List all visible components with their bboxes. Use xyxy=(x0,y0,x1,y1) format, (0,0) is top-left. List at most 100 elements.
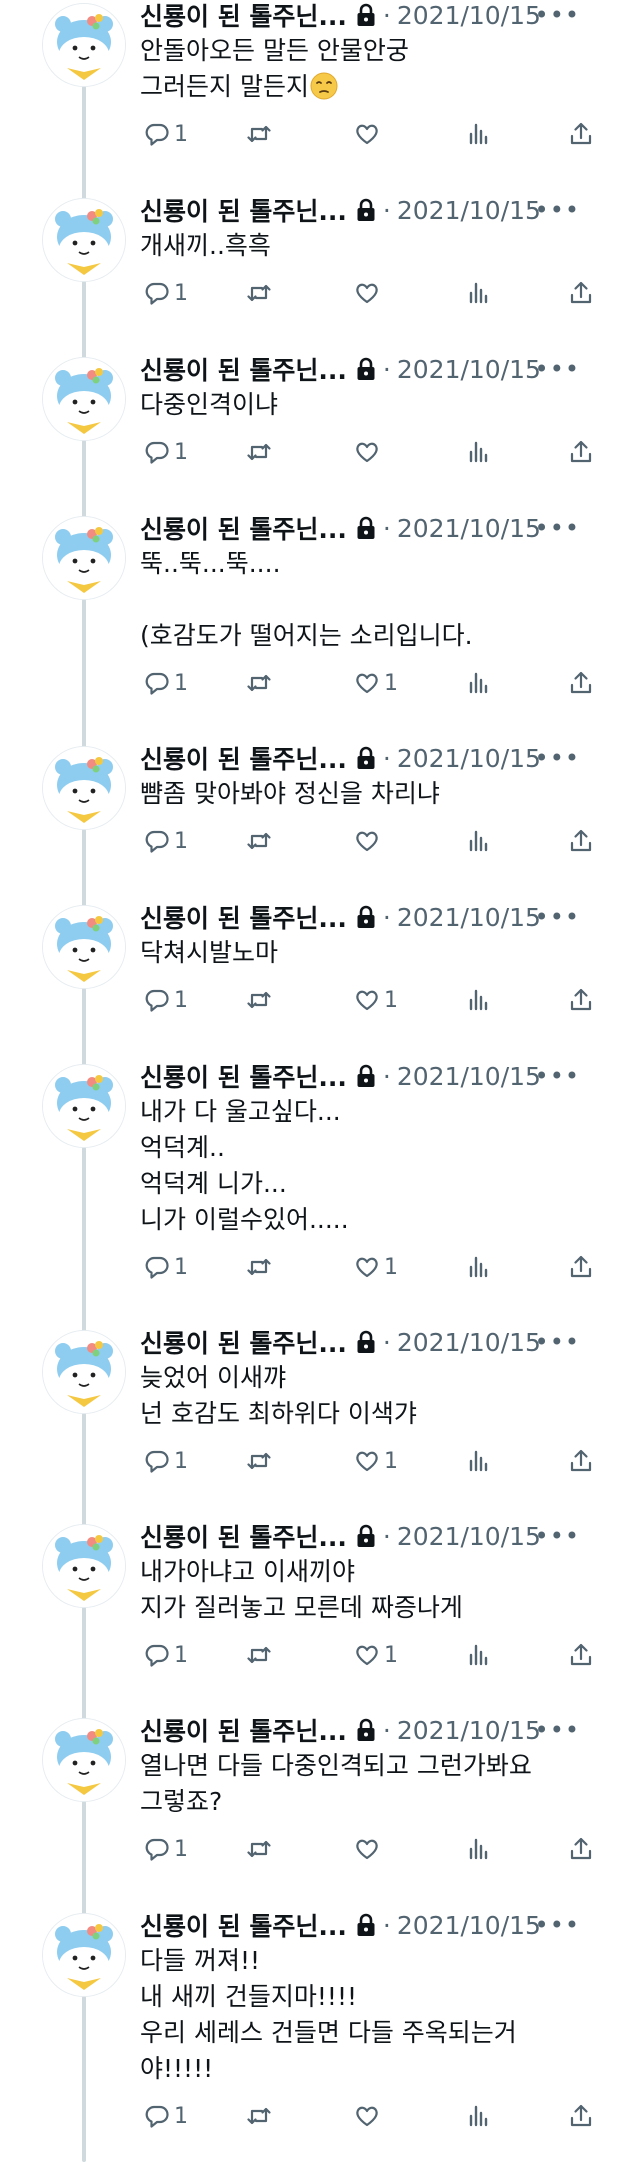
like-button[interactable]: 1 xyxy=(354,1252,398,1282)
views-button[interactable] xyxy=(466,1834,492,1864)
tweet-date[interactable]: 2021/10/15 xyxy=(397,744,541,773)
tweet-date[interactable]: 2021/10/15 xyxy=(397,1716,541,1745)
reply-button[interactable]: 1 xyxy=(144,1252,188,1282)
tweet-date[interactable]: 2021/10/15 xyxy=(397,355,541,384)
like-button[interactable] xyxy=(354,826,380,856)
views-button[interactable] xyxy=(466,119,492,149)
more-icon[interactable]: ••• xyxy=(535,903,580,931)
share-button[interactable] xyxy=(568,119,594,149)
reply-button[interactable]: 1 xyxy=(144,119,188,149)
tweet[interactable]: 신룡이 된 톨주닌... · 2021/10/15 ••• 내가 다 울고싶다.… xyxy=(0,1061,640,1327)
display-name[interactable]: 신룡이 된 톨주닌... xyxy=(140,740,347,776)
views-button[interactable] xyxy=(466,1446,492,1476)
retweet-button[interactable] xyxy=(246,1834,272,1864)
share-button[interactable] xyxy=(568,437,594,467)
mascot-avatar[interactable] xyxy=(42,746,126,830)
reply-button[interactable]: 1 xyxy=(144,826,188,856)
like-button[interactable] xyxy=(354,1834,380,1864)
retweet-button[interactable] xyxy=(246,826,272,856)
display-name[interactable]: 신룡이 된 톨주닌... xyxy=(140,192,347,228)
like-button[interactable] xyxy=(354,2101,380,2131)
like-button[interactable]: 1 xyxy=(354,985,398,1015)
reply-button[interactable]: 1 xyxy=(144,1834,188,1864)
tweet-date[interactable]: 2021/10/15 xyxy=(397,196,541,225)
share-button[interactable] xyxy=(568,2101,594,2131)
more-icon[interactable]: ••• xyxy=(535,1522,580,1550)
views-button[interactable] xyxy=(466,1252,492,1282)
tweet[interactable]: 신룡이 된 톨주닌... · 2021/10/15 ••• 내가아냐고 이새끼야… xyxy=(0,1521,640,1715)
more-icon[interactable]: ••• xyxy=(535,1062,580,1090)
more-icon[interactable]: ••• xyxy=(535,514,580,542)
mascot-avatar[interactable] xyxy=(42,1064,126,1148)
like-button[interactable] xyxy=(354,437,380,467)
mascot-avatar[interactable] xyxy=(42,3,126,87)
tweet[interactable]: 신룡이 된 톨주닌... · 2021/10/15 ••• 다중인격이냐 1 xyxy=(0,354,640,513)
display-name[interactable]: 신룡이 된 톨주닌... xyxy=(140,1324,347,1360)
like-button[interactable] xyxy=(354,119,380,149)
reply-button[interactable]: 1 xyxy=(144,437,188,467)
share-button[interactable] xyxy=(568,278,594,308)
display-name[interactable]: 신룡이 된 톨주닌... xyxy=(140,0,347,33)
display-name[interactable]: 신룡이 된 톨주닌... xyxy=(140,1907,347,1943)
share-button[interactable] xyxy=(568,1446,594,1476)
mascot-avatar[interactable] xyxy=(42,516,126,600)
share-button[interactable] xyxy=(568,668,594,698)
tweet[interactable]: 신룡이 된 톨주닌... · 2021/10/15 ••• 뚝..뚝...뚝..… xyxy=(0,513,640,743)
display-name[interactable]: 신룡이 된 톨주닌... xyxy=(140,1058,347,1094)
mascot-avatar[interactable] xyxy=(42,1524,126,1608)
display-name[interactable]: 신룡이 된 톨주닌... xyxy=(140,1712,347,1748)
tweet[interactable]: 신룡이 된 톨주닌... · 2021/10/15 ••• 개새끼..흑흑 1 xyxy=(0,195,640,354)
share-button[interactable] xyxy=(568,826,594,856)
display-name[interactable]: 신룡이 된 톨주닌... xyxy=(140,1518,347,1554)
display-name[interactable]: 신룡이 된 톨주닌... xyxy=(140,510,347,546)
tweet-date[interactable]: 2021/10/15 xyxy=(397,1522,541,1551)
tweet-date[interactable]: 2021/10/15 xyxy=(397,514,541,543)
tweet-date[interactable]: 2021/10/15 xyxy=(397,1,541,30)
reply-button[interactable]: 1 xyxy=(144,278,188,308)
views-button[interactable] xyxy=(466,985,492,1015)
views-button[interactable] xyxy=(466,2101,492,2131)
retweet-button[interactable] xyxy=(246,278,272,308)
more-icon[interactable]: ••• xyxy=(535,744,580,772)
retweet-button[interactable] xyxy=(246,985,272,1015)
tweet[interactable]: 신룡이 된 톨주닌... · 2021/10/15 ••• 다들 꺼져!! 내 … xyxy=(0,1910,640,2162)
like-button[interactable]: 1 xyxy=(354,1640,398,1670)
mascot-avatar[interactable] xyxy=(42,905,126,989)
display-name[interactable]: 신룡이 된 톨주닌... xyxy=(140,899,347,935)
tweet[interactable]: 신룡이 된 톨주닌... · 2021/10/15 ••• 뺨좀 맞아봐야 정신… xyxy=(0,743,640,902)
more-icon[interactable]: ••• xyxy=(535,355,580,383)
reply-button[interactable]: 1 xyxy=(144,1446,188,1476)
mascot-avatar[interactable] xyxy=(42,1718,126,1802)
views-button[interactable] xyxy=(466,437,492,467)
tweet-date[interactable]: 2021/10/15 xyxy=(397,1911,541,1940)
mascot-avatar[interactable] xyxy=(42,1913,126,1997)
share-button[interactable] xyxy=(568,985,594,1015)
retweet-button[interactable] xyxy=(246,1446,272,1476)
display-name[interactable]: 신룡이 된 톨주닌... xyxy=(140,351,347,387)
tweet[interactable]: 신룡이 된 톨주닌... · 2021/10/15 ••• 열나면 다들 다중인… xyxy=(0,1715,640,1910)
tweet-date[interactable]: 2021/10/15 xyxy=(397,1062,541,1091)
tweet[interactable]: 신룡이 된 톨주닌... · 2021/10/15 ••• 닥쳐시발노마 1 1 xyxy=(0,902,640,1061)
tweet[interactable]: 신룡이 된 톨주닌... · 2021/10/15 ••• 늦었어 이새꺄 넌 … xyxy=(0,1327,640,1521)
mascot-avatar[interactable] xyxy=(42,1330,126,1414)
more-icon[interactable]: ••• xyxy=(535,1911,580,1939)
tweet[interactable]: 신룡이 된 톨주닌... · 2021/10/15 ••• 안돌아오든 말든 안… xyxy=(0,0,640,195)
more-icon[interactable]: ••• xyxy=(535,1,580,29)
tweet-date[interactable]: 2021/10/15 xyxy=(397,1328,541,1357)
share-button[interactable] xyxy=(568,1640,594,1670)
reply-button[interactable]: 1 xyxy=(144,668,188,698)
more-icon[interactable]: ••• xyxy=(535,1328,580,1356)
like-button[interactable]: 1 xyxy=(354,668,398,698)
retweet-button[interactable] xyxy=(246,668,272,698)
retweet-button[interactable] xyxy=(246,1252,272,1282)
views-button[interactable] xyxy=(466,826,492,856)
reply-button[interactable]: 1 xyxy=(144,2101,188,2131)
retweet-button[interactable] xyxy=(246,1640,272,1670)
share-button[interactable] xyxy=(568,1834,594,1864)
like-button[interactable]: 1 xyxy=(354,1446,398,1476)
retweet-button[interactable] xyxy=(246,437,272,467)
tweet-date[interactable]: 2021/10/15 xyxy=(397,903,541,932)
mascot-avatar[interactable] xyxy=(42,198,126,282)
views-button[interactable] xyxy=(466,278,492,308)
more-icon[interactable]: ••• xyxy=(535,196,580,224)
